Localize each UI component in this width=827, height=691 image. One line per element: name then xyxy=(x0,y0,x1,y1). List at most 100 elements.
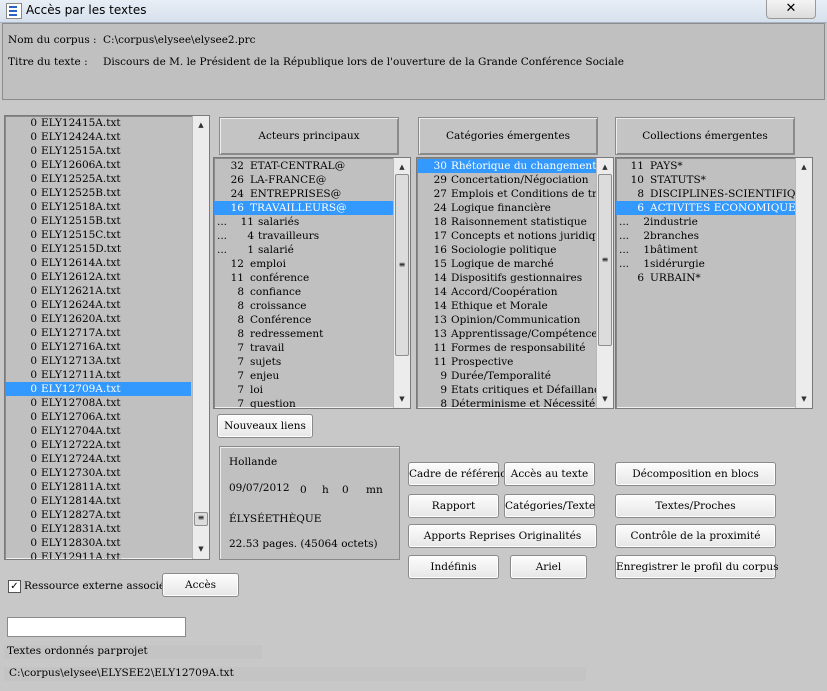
scroll-up-icon[interactable]: ▲ xyxy=(597,160,613,174)
file-list-item[interactable]: 0 ELY12515A.txt xyxy=(5,144,191,158)
file-list-item[interactable]: 0 ELY12811A.txt xyxy=(5,480,191,494)
actor-list-item[interactable]: ... 1 salarié xyxy=(214,243,394,257)
collection-list-item[interactable]: 6 URBAIN* xyxy=(616,271,796,285)
actor-list-item[interactable]: 7 question xyxy=(214,397,394,408)
acces-button[interactable]: Accès xyxy=(162,573,239,597)
controle-proximite-button[interactable]: Contrôle de la proximité xyxy=(615,524,776,548)
category-list-item[interactable]: 18 Raisonnement statistique xyxy=(417,215,597,229)
actors-list[interactable]: 32 ETAT-CENTRAL@ 26 LA-FRANCE@ 24 ENTREPRISES… xyxy=(213,157,411,409)
file-list-scrollbar[interactable]: ▲ ≡ ▼ xyxy=(192,116,209,559)
category-list-item[interactable]: 13 Opinion/Communication xyxy=(417,313,597,327)
collections-header[interactable]: Collections émergentes xyxy=(615,117,795,155)
close-button[interactable]: ✕ xyxy=(766,0,816,19)
collection-list-item[interactable]: ... 2 branches xyxy=(616,229,796,243)
collection-list-item[interactable]: 8 DISCIPLINES-SCIENTIFIQUE xyxy=(616,187,812,201)
file-list-item[interactable]: 0 ELY12911A.txt xyxy=(5,550,191,559)
actor-list-item[interactable]: ... 4 travailleurs xyxy=(214,229,394,243)
category-list-item[interactable]: 11 Prospective xyxy=(417,355,597,369)
category-list-item[interactable]: 13 Apprentissage/Compétence xyxy=(417,327,598,341)
apports-button[interactable]: Apports Reprises Originalités xyxy=(408,524,597,548)
actor-list-item[interactable]: 8 Conférence xyxy=(214,313,394,327)
actor-list-item[interactable]: 26 LA-FRANCE@ xyxy=(214,173,394,187)
categories-header[interactable]: Catégories émergentes xyxy=(418,117,598,155)
file-list-item[interactable]: 0 ELY12525A.txt xyxy=(5,172,191,186)
actor-list-item[interactable]: 16 TRAVAILLEURS@ xyxy=(214,201,394,215)
actor-list-item[interactable]: 32 ETAT-CENTRAL@ xyxy=(214,159,394,173)
scroll-down-icon[interactable]: ▼ xyxy=(193,542,209,556)
file-list-item[interactable]: 0 ELY12525B.txt xyxy=(5,186,191,200)
file-list-item[interactable]: 0 ELY12624A.txt xyxy=(5,298,191,312)
category-list-item[interactable]: 29 Concertation/Négociation xyxy=(417,173,597,187)
scroll-down-icon[interactable]: ▼ xyxy=(597,392,613,406)
category-list-item[interactable]: 9 Etats critiques et Défaillances xyxy=(417,383,611,397)
file-list-item[interactable]: 0 ELY12515B.txt xyxy=(5,214,191,228)
actor-list-item[interactable]: 8 confiance xyxy=(214,285,394,299)
file-list-item[interactable]: 0 ELY12708A.txt xyxy=(5,396,191,410)
category-list-item[interactable]: 17 Concepts et notions juridiques xyxy=(417,229,613,243)
collection-list-item[interactable]: 10 STATUTS* xyxy=(616,173,796,187)
search-field[interactable] xyxy=(7,617,186,637)
file-list-item[interactable]: 0 ELY12415A.txt xyxy=(5,116,191,130)
file-list-item[interactable]: 0 ELY12612A.txt xyxy=(5,270,191,284)
nouveaux-liens-button[interactable]: Nouveaux liens xyxy=(217,414,313,438)
file-list-item[interactable]: 0 ELY12518A.txt xyxy=(5,200,191,214)
file-list[interactable]: 0 ELY12415A.txt 0 ELY12424A.txt 0 ELY12515A.t… xyxy=(4,115,210,560)
category-list-item[interactable]: 14 Accord/Coopération xyxy=(417,285,597,299)
scroll-thumb[interactable]: ≡ xyxy=(598,174,612,346)
collection-list-item[interactable]: 6 ACTIVITES ECONOMIQUES* xyxy=(616,201,808,215)
file-list-item[interactable]: 0 ELY12704A.txt xyxy=(5,424,191,438)
scroll-down-icon[interactable]: ▼ xyxy=(394,392,410,406)
collections-list[interactable]: 11 PAYS* 10 STATUTS* 8 DISCIPLINES-SCIENTIFIQ… xyxy=(615,157,813,409)
categories-texte-button[interactable]: Catégories/Texte xyxy=(504,494,595,518)
collection-list-item[interactable]: ... 2 industrie xyxy=(616,215,796,229)
collection-list-item[interactable]: ... 1 sidérurgie xyxy=(616,257,796,271)
file-list-item[interactable]: 0 ELY12724A.txt xyxy=(5,452,191,466)
scroll-up-icon[interactable]: ▲ xyxy=(796,160,812,174)
decomposition-button[interactable]: Décomposition en blocs xyxy=(615,462,776,486)
file-list-item[interactable]: 0 ELY12722A.txt xyxy=(5,438,191,452)
file-list-item[interactable]: 0 ELY12709A.txt xyxy=(5,382,191,396)
file-list-item[interactable]: 0 ELY12730A.txt xyxy=(5,466,191,480)
file-list-item[interactable]: 0 ELY12717A.txt xyxy=(5,326,191,340)
file-list-item[interactable]: 0 ELY12830A.txt xyxy=(5,536,191,550)
category-list-item[interactable]: 27 Emplois et Conditions de trava xyxy=(417,187,613,201)
file-list-item[interactable]: 0 ELY12614A.txt xyxy=(5,256,191,270)
enregistrer-profil-button[interactable]: Enregistrer le profil du corpus xyxy=(615,555,779,579)
collections-scrollbar[interactable]: ▲ ▼ xyxy=(795,158,812,408)
scroll-down-icon[interactable]: ▼ xyxy=(796,392,812,406)
actor-list-item[interactable]: ... 11 salariés xyxy=(214,215,394,229)
actor-list-item[interactable]: 11 conférence xyxy=(214,271,394,285)
file-list-item[interactable]: 0 ELY12711A.txt xyxy=(5,368,191,382)
category-list-item[interactable]: 11 Formes de responsabilité xyxy=(417,341,597,355)
scroll-up-icon[interactable]: ▲ xyxy=(193,118,209,132)
actor-list-item[interactable]: 7 loi xyxy=(214,383,394,397)
category-list-item[interactable]: 16 Sociologie politique xyxy=(417,243,597,257)
file-list-item[interactable]: 0 ELY12621A.txt xyxy=(5,284,191,298)
file-list-item[interactable]: 0 ELY12515D.txt xyxy=(5,242,191,256)
category-list-item[interactable]: 24 Logique financière xyxy=(417,201,597,215)
file-list-item[interactable]: 0 ELY12620A.txt xyxy=(5,312,191,326)
actor-list-item[interactable]: 24 ENTREPRISES@ xyxy=(214,187,394,201)
collection-list-item[interactable]: ... 1 bâtiment xyxy=(616,243,796,257)
category-list-item[interactable]: 15 Logique de marché xyxy=(417,257,597,271)
category-list-item[interactable]: 14 Ethique et Morale xyxy=(417,299,597,313)
actors-scrollbar[interactable]: ▲ ≡ ▼ xyxy=(393,158,410,408)
actor-list-item[interactable]: 7 enjeu xyxy=(214,369,394,383)
categories-list[interactable]: 30 Rhétorique du changement 29 Concertation… xyxy=(416,157,614,409)
category-list-item[interactable]: 9 Durée/Temporalité xyxy=(417,369,597,383)
actors-header[interactable]: Acteurs principaux xyxy=(219,117,399,155)
indefinis-button[interactable]: Indéfinis xyxy=(408,555,499,579)
file-list-item[interactable]: 0 ELY12713A.txt xyxy=(5,354,191,368)
file-list-item[interactable]: 0 ELY12515C.txt xyxy=(5,228,191,242)
file-list-item[interactable]: 0 ELY12606A.txt xyxy=(5,158,191,172)
scroll-thumb[interactable]: ≡ xyxy=(194,512,208,526)
category-list-item[interactable]: 8 Déterminisme et Nécessité xyxy=(417,397,597,408)
textes-proches-button[interactable]: Textes/Proches xyxy=(615,494,776,518)
actor-list-item[interactable]: 8 redressement xyxy=(214,327,394,341)
actor-list-item[interactable]: 7 travail xyxy=(214,341,394,355)
file-list-item[interactable]: 0 ELY12827A.txt xyxy=(5,508,191,522)
actor-list-item[interactable]: 7 sujets xyxy=(214,355,394,369)
file-list-item[interactable]: 0 ELY12831A.txt xyxy=(5,522,191,536)
cadre-reference-button[interactable]: Cadre de référence xyxy=(408,462,512,486)
ariel-button[interactable]: Ariel xyxy=(510,555,587,579)
